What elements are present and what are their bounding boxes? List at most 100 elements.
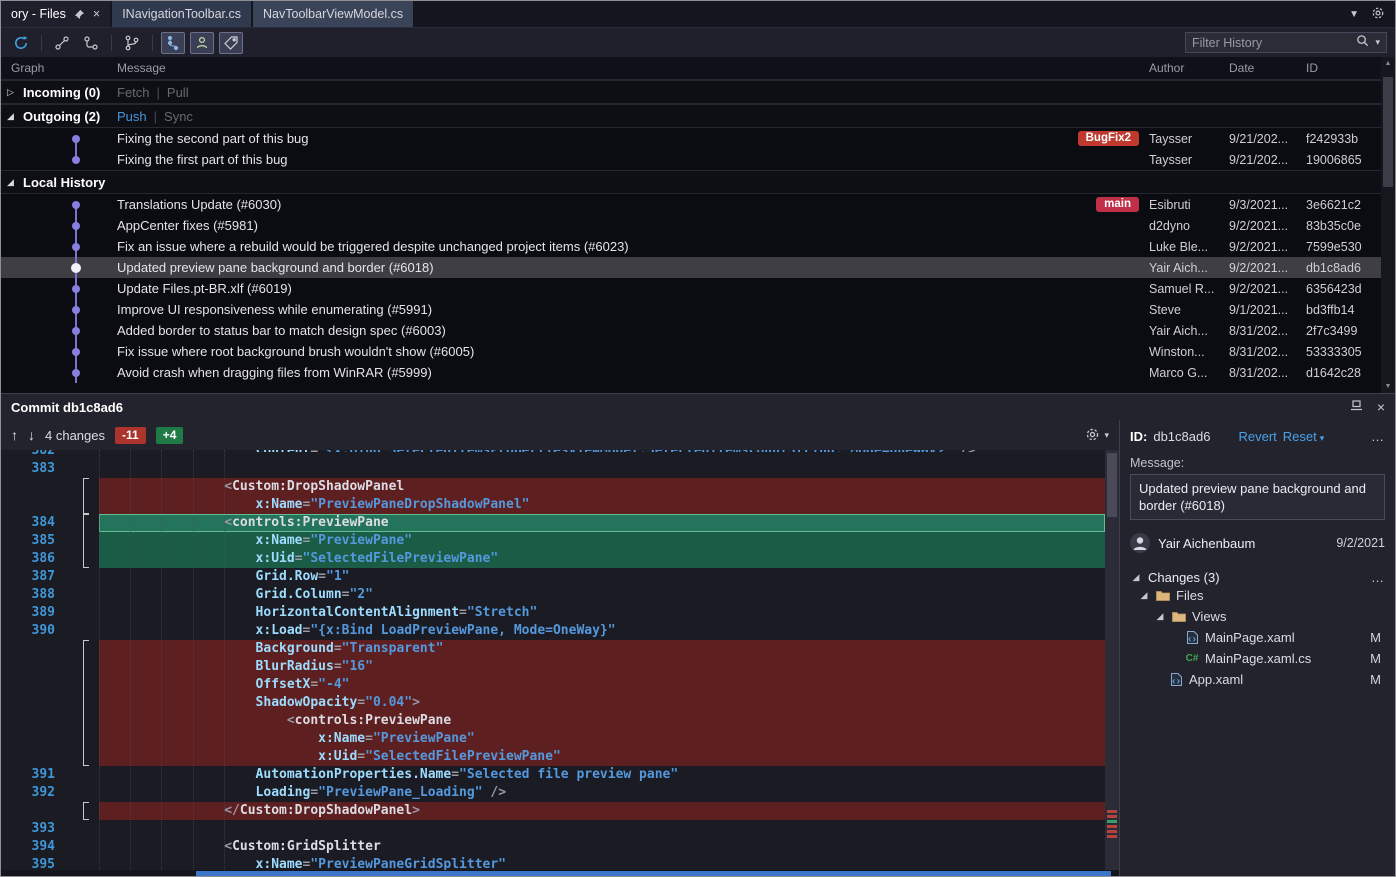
code-text[interactable]: <Custom:DropShadowPanel bbox=[99, 478, 1105, 496]
history-row[interactable]: Added border to status bar to match desi… bbox=[1, 320, 1381, 341]
diff-line[interactable]: 394 <Custom:GridSplitter bbox=[1, 838, 1105, 856]
show-author-toggle[interactable] bbox=[190, 32, 214, 54]
history-row[interactable]: Translations Update (#6030)mainEsibruti9… bbox=[1, 194, 1381, 215]
column-header-id[interactable]: ID bbox=[1306, 61, 1381, 75]
code-text[interactable]: Grid.Row="1" bbox=[99, 568, 1105, 586]
pin-icon[interactable] bbox=[74, 9, 85, 20]
code-text[interactable]: AutomationProperties.Name="Selected file… bbox=[99, 766, 1105, 784]
column-header-message[interactable]: Message bbox=[113, 61, 1149, 75]
code-text[interactable]: x:Name="PreviewPane" bbox=[99, 532, 1105, 550]
commit-message-box[interactable]: Updated preview pane background and bord… bbox=[1130, 474, 1385, 520]
history-row[interactable]: Improve UI responsiveness while enumerat… bbox=[1, 299, 1381, 320]
tree-item[interactable]: App.xamlM bbox=[1130, 669, 1385, 690]
code-text[interactable]: BlurRadius="16" bbox=[99, 658, 1105, 676]
changes-header-row[interactable]: ◢ Changes (3) … bbox=[1130, 570, 1385, 585]
diff-settings-dropdown-icon[interactable]: ▾ bbox=[1104, 430, 1109, 441]
history-scrollbar[interactable]: ▲ ▼ bbox=[1381, 57, 1395, 393]
code-text[interactable]: x:Name="PreviewPane" bbox=[99, 730, 1105, 748]
diff-line[interactable]: 391 AutomationProperties.Name="Selected … bbox=[1, 766, 1105, 784]
code-text[interactable]: Background="Transparent" bbox=[99, 640, 1105, 658]
diff-line[interactable]: 393 bbox=[1, 820, 1105, 838]
code-text[interactable]: HorizontalContentAlignment="Stretch" bbox=[99, 604, 1105, 622]
changes-more-icon[interactable]: … bbox=[1371, 570, 1385, 585]
link-fetch[interactable]: Fetch bbox=[117, 85, 150, 100]
tab-git-history-files[interactable]: ory - Files × bbox=[1, 1, 110, 27]
code-text[interactable]: Grid.Column="2" bbox=[99, 586, 1105, 604]
diff-line[interactable]: x:Uid="SelectedFilePreviewPane" bbox=[1, 748, 1105, 766]
reset-dropdown-icon[interactable]: ▾ bbox=[1320, 433, 1325, 443]
history-row[interactable]: Avoid crash when dragging files from Win… bbox=[1, 362, 1381, 383]
diff-line[interactable]: x:Name="PreviewPaneDropShadowPanel" bbox=[1, 496, 1105, 514]
reset-link[interactable]: Reset▾ bbox=[1283, 429, 1325, 444]
code-text[interactable]: <controls:PreviewPane bbox=[99, 712, 1105, 730]
branch-badge[interactable]: BugFix2 bbox=[1078, 131, 1139, 146]
code-text[interactable]: <Custom:GridSplitter bbox=[99, 838, 1105, 856]
diff-line[interactable]: 383 bbox=[1, 460, 1105, 478]
tree-item[interactable]: ◢Views bbox=[1130, 606, 1385, 627]
expander-expanded-icon[interactable]: ◢ bbox=[1138, 590, 1150, 601]
diff-settings-gear-icon[interactable] bbox=[1085, 427, 1100, 444]
diff-editor[interactable]: 382 Content="{x:Bind SelectedItemsProper… bbox=[1, 450, 1119, 870]
expander-collapsed-icon[interactable]: ▷ bbox=[7, 87, 21, 98]
tab-list-dropdown-icon[interactable]: ▼ bbox=[1349, 9, 1359, 20]
editor-scrollbar-thumb[interactable] bbox=[1107, 453, 1117, 517]
diff-line[interactable]: <Custom:DropShadowPanel bbox=[1, 478, 1105, 496]
history-row[interactable]: Fixing the first part of this bugTaysser… bbox=[1, 149, 1381, 170]
code-text[interactable]: Content="{x:Bind SelectedItemsProperties… bbox=[99, 450, 1105, 452]
history-row[interactable]: Fixing the second part of this bugBugFix… bbox=[1, 128, 1381, 149]
history-row[interactable]: Updated preview pane background and bord… bbox=[1, 257, 1381, 278]
code-text[interactable]: </Custom:DropShadowPanel> bbox=[99, 802, 1105, 820]
scroll-up-icon[interactable]: ▲ bbox=[1381, 60, 1395, 67]
scrollbar-thumb[interactable] bbox=[1383, 77, 1393, 187]
diff-line[interactable]: 384 <controls:PreviewPane bbox=[1, 514, 1105, 532]
show-graph-toggle[interactable] bbox=[161, 32, 185, 54]
link-push[interactable]: Push bbox=[117, 109, 147, 124]
code-text[interactable]: Loading="PreviewPane_Loading" /> bbox=[99, 784, 1105, 802]
window-options-gear-icon[interactable] bbox=[1371, 6, 1385, 23]
code-text[interactable]: x:Uid="SelectedFilePreviewPane" bbox=[99, 748, 1105, 766]
revert-link[interactable]: Revert bbox=[1238, 429, 1276, 444]
show-tags-toggle[interactable] bbox=[219, 32, 243, 54]
diff-line[interactable]: BlurRadius="16" bbox=[1, 658, 1105, 676]
history-row[interactable]: Update Files.pt-BR.xlf (#6019)Samuel R..… bbox=[1, 278, 1381, 299]
close-pane-icon[interactable]: × bbox=[1377, 399, 1385, 415]
search-icon[interactable] bbox=[1356, 34, 1369, 52]
diff-line[interactable]: 382 Content="{x:Bind SelectedItemsProper… bbox=[1, 450, 1105, 460]
details-more-icon[interactable]: … bbox=[1371, 429, 1385, 444]
branch-button[interactable] bbox=[120, 32, 144, 54]
next-change-arrow-icon[interactable]: ↓ bbox=[28, 427, 35, 443]
previous-change-arrow-icon[interactable]: ↑ bbox=[11, 427, 18, 443]
tree-item[interactable]: ◢Files bbox=[1130, 585, 1385, 606]
refresh-button[interactable] bbox=[9, 32, 33, 54]
search-options-dropdown-icon[interactable]: ▾ bbox=[1375, 37, 1380, 48]
diff-line[interactable]: 387 Grid.Row="1" bbox=[1, 568, 1105, 586]
expander-expanded-icon[interactable]: ◢ bbox=[7, 111, 21, 122]
link-pull[interactable]: Pull bbox=[167, 85, 189, 100]
code-text[interactable]: OffsetX="-4" bbox=[99, 676, 1105, 694]
code-text[interactable]: <controls:PreviewPane bbox=[99, 514, 1105, 532]
diff-line[interactable]: 388 Grid.Column="2" bbox=[1, 586, 1105, 604]
expander-expanded-icon[interactable]: ◢ bbox=[1130, 572, 1142, 583]
column-header-graph[interactable]: Graph bbox=[1, 61, 113, 75]
code-text[interactable]: x:Load="{x:Bind LoadPreviewPane, Mode=On… bbox=[99, 622, 1105, 640]
column-header-author[interactable]: Author bbox=[1149, 61, 1229, 75]
diff-line[interactable]: </Custom:DropShadowPanel> bbox=[1, 802, 1105, 820]
editor-horizontal-scrollbar[interactable] bbox=[1, 870, 1119, 877]
horizontal-scrollbar-thumb[interactable] bbox=[196, 871, 1111, 877]
scroll-down-icon[interactable]: ▼ bbox=[1381, 383, 1395, 390]
commit-details-button[interactable] bbox=[79, 32, 103, 54]
section-row[interactable]: ◢Local History bbox=[1, 170, 1381, 194]
code-text[interactable] bbox=[99, 820, 1105, 838]
diff-line[interactable]: Background="Transparent" bbox=[1, 640, 1105, 658]
code-text[interactable] bbox=[99, 460, 1105, 478]
diff-line[interactable]: OffsetX="-4" bbox=[1, 676, 1105, 694]
pane-position-icon[interactable] bbox=[1350, 398, 1363, 416]
diff-line[interactable]: ShadowOpacity="0.04"> bbox=[1, 694, 1105, 712]
section-row[interactable]: ◢Outgoing (2)Push|Sync bbox=[1, 104, 1381, 128]
diff-line[interactable]: 385 x:Name="PreviewPane" bbox=[1, 532, 1105, 550]
history-row[interactable]: Fix issue where root background brush wo… bbox=[1, 341, 1381, 362]
tree-item[interactable]: MainPage.xamlM bbox=[1130, 627, 1385, 648]
branch-badge[interactable]: main bbox=[1096, 197, 1139, 212]
code-text[interactable]: x:Name="PreviewPaneDropShadowPanel" bbox=[99, 496, 1105, 514]
tree-item[interactable]: C#MainPage.xaml.csM bbox=[1130, 648, 1385, 669]
